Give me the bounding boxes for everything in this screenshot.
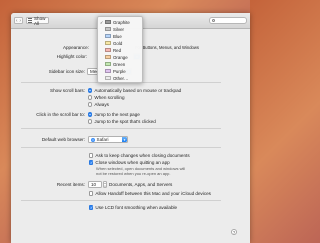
scroll-auto-radio[interactable] <box>88 88 93 93</box>
click-scroll-row: Click in the scroll bar to: Jump to the … <box>11 112 140 117</box>
browser-popup[interactable]: Safari ▾ <box>88 136 128 143</box>
scroll-bars-row: Show scroll bars: Automatically based on… <box>19 88 181 93</box>
menu-item-purple[interactable]: Purple <box>100 68 142 75</box>
orange-swatch <box>105 55 111 60</box>
recent-items-stepper[interactable]: ▴ ▾ <box>103 181 107 188</box>
menu-item-red[interactable]: Red <box>100 47 142 54</box>
browser-row: Default web browser: Safari ▾ <box>19 136 128 143</box>
close-windows-checkbox[interactable]: ✓ <box>89 160 94 165</box>
other-swatch <box>105 76 111 81</box>
menu-item-orange[interactable]: Orange <box>100 54 142 61</box>
scroll-when-row: When scrolling <box>88 95 125 100</box>
scroll-bars-label: Show scroll bars: <box>50 88 85 93</box>
scroll-always-radio[interactable] <box>88 102 93 107</box>
chevron-down-icon: ▾ <box>122 137 127 142</box>
menu-item-gold[interactable]: Gold <box>100 40 142 47</box>
browser-label: Default web browser: <box>41 137 85 142</box>
sidebar-size-label: Sidebar icon size: <box>48 69 85 74</box>
show-all-button[interactable]: Show All <box>26 15 49 26</box>
handoff-checkbox[interactable] <box>89 191 94 196</box>
graphite-swatch <box>105 20 111 25</box>
purple-swatch <box>105 69 111 74</box>
recent-items-row: Recent items: 10 ▴ ▾ Documents, Apps, and… <box>19 181 172 188</box>
appearance-label: Appearance: <box>62 45 89 50</box>
scroll-always-label[interactable]: Always <box>94 102 109 107</box>
handoff-row: Allow Handoff between this Mac and your … <box>89 191 211 196</box>
safari-icon <box>91 137 95 142</box>
jump-next-radio[interactable] <box>88 112 93 117</box>
appearance-note: For Buttons, Menus, and Windows <box>135 45 200 50</box>
search-input[interactable] <box>209 17 247 24</box>
menu-item-blue[interactable]: Blue <box>100 33 142 40</box>
show-all-label: Show All <box>33 15 46 26</box>
gold-swatch <box>105 41 111 46</box>
ask-changes-checkbox[interactable] <box>89 153 94 158</box>
recent-items-label: Recent items: <box>56 182 85 187</box>
appearance-row: Appearance: <box>51 45 89 50</box>
handoff-label[interactable]: Allow Handoff between this Mac and your … <box>95 191 211 196</box>
ask-changes-label[interactable]: Ask to keep changes when closing documen… <box>95 153 189 158</box>
lcd-font-label[interactable]: Use LCD font smoothing when available <box>95 205 177 210</box>
close-windows-label[interactable]: Close windows when quitting an app <box>95 160 169 165</box>
menu-item-silver[interactable]: Silver <box>100 26 142 33</box>
highlight-color-menu: ✓ Graphite Silver Blue Gold Red Orange G… <box>97 16 143 83</box>
highlight-label: Highlight color: <box>56 54 87 59</box>
appearance-note-row: For Buttons, Menus, and Windows <box>135 45 199 50</box>
scroll-when-label[interactable]: When scrolling <box>94 95 124 100</box>
blue-swatch <box>105 34 111 39</box>
silver-swatch <box>105 27 111 32</box>
forward-icon[interactable]: › <box>19 18 23 24</box>
browser-value: Safari <box>96 137 109 142</box>
separator <box>21 200 221 201</box>
scroll-always-row: Always <box>88 102 109 107</box>
ask-changes-row: Ask to keep changes when closing documen… <box>89 153 190 158</box>
jump-spot-label[interactable]: Jump to the spot that's clicked <box>94 119 155 124</box>
menu-item-green[interactable]: Green <box>100 61 142 68</box>
nav-buttons[interactable]: ‹ › <box>14 17 23 24</box>
click-scroll-label: Click in the scroll bar to: <box>36 112 85 117</box>
scroll-when-radio[interactable] <box>88 95 93 100</box>
menu-item-graphite[interactable]: ✓ Graphite <box>100 19 142 26</box>
red-swatch <box>105 48 111 53</box>
jump-spot-row: Jump to the spot that's clicked <box>88 119 156 124</box>
jump-spot-radio[interactable] <box>88 119 93 124</box>
jump-next-label[interactable]: Jump to the next page <box>94 112 139 117</box>
lcd-font-row: ✓ Use LCD font smoothing when available <box>89 205 177 210</box>
green-swatch <box>105 62 111 67</box>
scroll-auto-label[interactable]: Automatically based on mouse or trackpad <box>94 88 181 93</box>
close-windows-note: When selected, open documents and window… <box>96 166 186 176</box>
recent-items-popup[interactable]: 10 <box>88 181 102 188</box>
search-icon <box>212 19 216 23</box>
help-button[interactable]: ? <box>231 229 237 235</box>
preferences-window: ‹ › Show All Appearance: For Buttons, Me… <box>11 13 250 243</box>
recent-items-suffix: Documents, Apps, and Servers <box>109 182 173 187</box>
close-windows-row: ✓ Close windows when quitting an app <box>89 160 170 165</box>
recent-items-value: 10 <box>91 182 97 187</box>
separator <box>21 147 221 148</box>
highlight-row: Highlight color: <box>39 54 87 59</box>
checkmark-icon: ✓ <box>100 19 104 25</box>
menu-item-other[interactable]: Other… <box>100 75 142 82</box>
separator <box>21 128 221 129</box>
lcd-font-checkbox[interactable]: ✓ <box>89 205 94 210</box>
grid-icon <box>28 18 32 23</box>
